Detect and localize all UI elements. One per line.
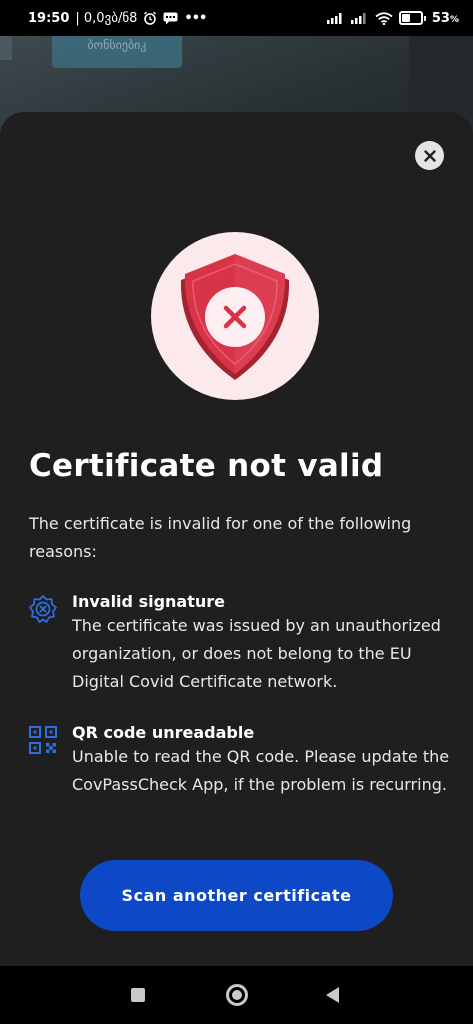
result-title: Certificate not valid [29, 448, 384, 484]
battery-fill [401, 14, 410, 22]
alarm-clock-icon [144, 11, 157, 25]
close-button[interactable] [415, 141, 444, 170]
reason-description: Unable to read the QR code. Please updat… [72, 747, 450, 794]
status-right: 53% [326, 10, 459, 26]
shield-error-icon [180, 254, 290, 380]
reason-title: QR code unreadable [72, 723, 255, 742]
status-more: ••• [184, 10, 207, 26]
reason-title: Invalid signature [72, 592, 225, 611]
badge-x-icon [29, 595, 57, 623]
triangle-back-icon[interactable] [326, 987, 339, 1003]
camera-sticker: ბონსიებიკ [52, 36, 182, 68]
system-nav-bar [0, 966, 473, 1024]
signal-icon-1 [326, 13, 342, 24]
battery-percent: 53% [431, 10, 459, 26]
hero-illustration [151, 232, 319, 400]
reason-description: The certificate was issued by an unautho… [72, 616, 441, 691]
battery-icon [398, 11, 426, 25]
circle-icon[interactable] [226, 984, 248, 1006]
result-intro: The certificate is invalid for one of th… [29, 514, 412, 561]
scan-another-certificate-button[interactable]: Scan another certificate [80, 860, 393, 931]
status-bar: 19:50 | 0,0ვბ/ნ8 ••• 53% [0, 0, 473, 36]
qr-code-icon [29, 726, 57, 754]
status-left: 19:50 | 0,0ვბ/ნ8 ••• [28, 10, 207, 26]
square-icon[interactable] [131, 988, 145, 1002]
chat-bubble-icon [163, 12, 178, 24]
status-time: 19:50 [28, 10, 70, 26]
signal-icon-2 [350, 13, 366, 24]
wifi-icon [375, 11, 393, 25]
status-date: | 0,0ვბ/ნ8 [75, 10, 138, 26]
close-icon [423, 149, 436, 162]
